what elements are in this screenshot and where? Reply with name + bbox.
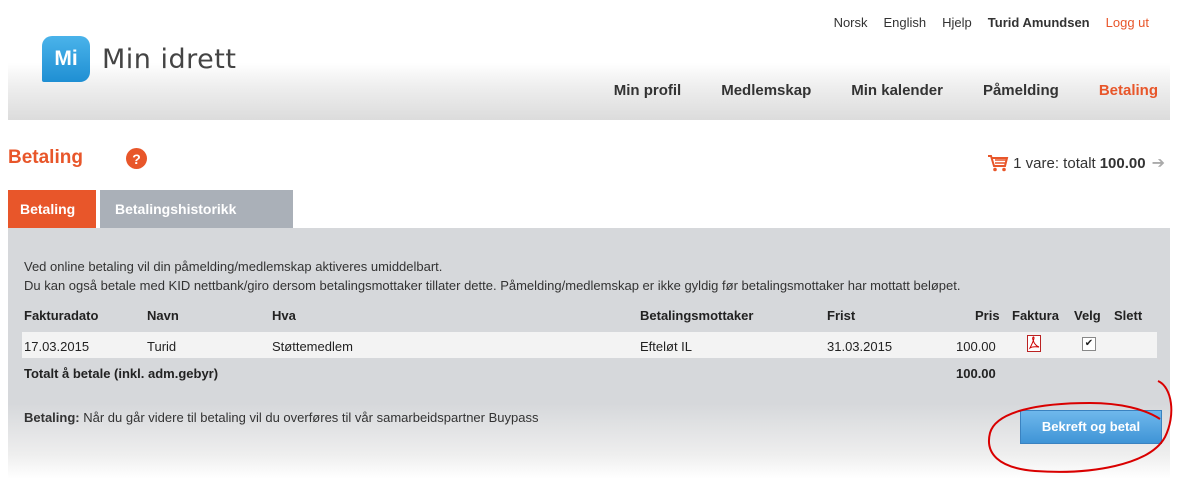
help-link[interactable]: Hjelp: [942, 15, 972, 30]
cart-summary[interactable]: 1 vare: totalt 100.00 ➔: [987, 153, 1165, 173]
tab-betaling[interactable]: Betaling: [8, 190, 96, 228]
col-velg: Velg: [1074, 308, 1101, 323]
arrow-right-icon[interactable]: ➔: [1152, 153, 1165, 173]
col-slett: Slett: [1114, 308, 1143, 323]
col-hva: Hva: [272, 308, 296, 323]
cell-receiver: Efteløt IL: [640, 339, 693, 354]
logo-text[interactable]: Min idrett: [102, 44, 236, 75]
payment-note-text: Når du går videre til betaling vil du ov…: [83, 410, 539, 425]
col-fakturadato: Fakturadato: [24, 308, 99, 323]
confirm-and-pay-button[interactable]: Bekreft og betal: [1020, 410, 1162, 444]
col-pris: Pris: [975, 308, 1000, 323]
select-checkbox[interactable]: ✔: [1082, 337, 1096, 351]
lang-norsk-link[interactable]: Norsk: [834, 15, 868, 30]
payment-panel: Ved online betaling vil din påmelding/me…: [8, 228, 1170, 479]
nav-pamelding[interactable]: Påmelding: [983, 82, 1059, 99]
col-navn: Navn: [147, 308, 179, 323]
total-value: 100.00: [956, 366, 996, 381]
col-betalingsmottaker: Betalingsmottaker: [640, 308, 754, 323]
info-text: Ved online betaling vil din påmelding/me…: [24, 257, 960, 295]
total-label: Totalt å betale (inkl. adm.gebyr): [24, 366, 219, 381]
nav-min-kalender[interactable]: Min kalender: [851, 82, 943, 99]
pdf-invoice-icon[interactable]: [1027, 335, 1041, 352]
cell-name: Turid: [147, 339, 177, 354]
help-icon[interactable]: ?: [126, 148, 147, 169]
info-line-1: Ved online betaling vil din påmelding/me…: [24, 259, 443, 274]
top-navigation: Norsk English Hjelp Turid Amundsen Logg …: [818, 15, 1149, 30]
logo-badge[interactable]: Mi: [42, 36, 90, 82]
info-line-2: Du kan også betale med KID nettbank/giro…: [24, 278, 961, 293]
header: Mi Min idrett Min profil Medlemskap Min …: [8, 36, 1170, 120]
payment-note-label: Betaling:: [24, 410, 80, 425]
main-navigation: Min profil Medlemskap Min kalender Påmel…: [574, 82, 1158, 99]
lang-english-link[interactable]: English: [884, 15, 927, 30]
cart-text: 1 vare: totalt: [1013, 154, 1096, 172]
logout-link[interactable]: Logg ut: [1106, 15, 1149, 30]
nav-betaling[interactable]: Betaling: [1099, 82, 1158, 99]
page-title: Betaling: [8, 147, 83, 168]
col-faktura: Faktura: [1012, 308, 1059, 323]
nav-min-profil[interactable]: Min profil: [614, 82, 682, 99]
cell-deadline: 31.03.2015: [827, 339, 893, 354]
tab-bar: Betaling Betalingshistorikk: [8, 190, 297, 228]
nav-medlemskap[interactable]: Medlemskap: [721, 82, 811, 99]
col-frist: Frist: [827, 308, 856, 323]
cell-what: Støttemedlem: [272, 339, 353, 354]
payment-note: Betaling: Når du går videre til betaling…: [24, 410, 538, 425]
cell-date: 17.03.2015: [24, 339, 90, 354]
cell-price: 100.00: [956, 339, 996, 354]
cart-total: 100.00: [1099, 154, 1146, 172]
tab-betalingshistorikk[interactable]: Betalingshistorikk: [100, 190, 293, 228]
user-name[interactable]: Turid Amundsen: [988, 15, 1090, 30]
shopping-cart-icon: [988, 155, 1009, 172]
